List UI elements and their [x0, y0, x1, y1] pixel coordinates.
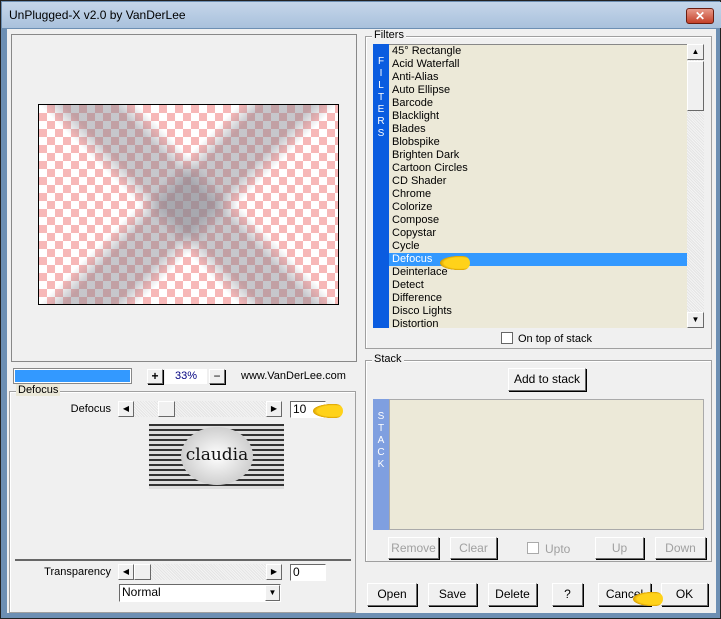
filters-list[interactable]: 45° Rectangle Acid Waterfall Anti-Alias Aut…	[389, 44, 687, 328]
remove-button[interactable]: Remove	[388, 537, 439, 559]
zoom-out-button[interactable]: −	[209, 369, 225, 384]
filter-item[interactable]: Auto Ellipse	[389, 84, 687, 97]
transparency-left-arrow[interactable]: ◀	[118, 564, 134, 580]
filter-item[interactable]: Defocus	[389, 253, 687, 266]
ok-button[interactable]: OK	[661, 583, 708, 606]
defocus-left-arrow[interactable]: ◀	[118, 401, 134, 417]
filter-item[interactable]: Cycle	[389, 240, 687, 253]
preview-panel	[11, 34, 357, 362]
scroll-thumb[interactable]	[687, 61, 704, 111]
filter-item[interactable]: Compose	[389, 214, 687, 227]
delete-button[interactable]: Delete	[488, 583, 537, 606]
window-title: UnPlugged-X v2.0 by VanDerLee	[9, 8, 186, 22]
scroll-up-arrow[interactable]: ▲	[687, 44, 704, 60]
upto-checkbox[interactable]	[527, 542, 539, 554]
close-button[interactable]: ✕	[686, 8, 714, 24]
filter-item[interactable]: Disco Lights	[389, 305, 687, 318]
defocus-slider[interactable]	[134, 401, 266, 417]
stack-list[interactable]	[389, 399, 704, 530]
client-area: + 33% − www.VanDerLee.com Defocus Defocu…	[7, 29, 716, 613]
filter-item[interactable]: Deinterlace	[389, 266, 687, 279]
defocus-right-arrow[interactable]: ▶	[266, 401, 282, 417]
filter-item[interactable]: Anti-Alias	[389, 71, 687, 84]
down-button[interactable]: Down	[655, 537, 706, 559]
plugin-window: UnPlugged-X v2.0 by VanDerLee ✕ + 33% − …	[0, 0, 721, 619]
filter-item[interactable]: Blobspike	[389, 136, 687, 149]
stack-side-label: STACK	[373, 399, 389, 530]
transparency-right-arrow[interactable]: ▶	[266, 564, 282, 580]
scroll-down-arrow[interactable]: ▼	[687, 312, 704, 328]
slider-thumb[interactable]	[134, 564, 151, 580]
filter-item[interactable]: Chrome	[389, 188, 687, 201]
add-to-stack-button[interactable]: Add to stack	[508, 368, 586, 391]
help-button[interactable]: ?	[552, 583, 583, 606]
pointing-hand-icon	[313, 404, 343, 418]
blend-mode-value: Normal	[122, 585, 161, 599]
preview-image[interactable]	[38, 104, 339, 305]
logo-text: claudia	[181, 427, 253, 485]
transparency-slider[interactable]	[134, 564, 266, 580]
filter-item[interactable]: 45° Rectangle	[389, 45, 687, 58]
filter-item[interactable]: Colorize	[389, 201, 687, 214]
on-top-checkbox[interactable]	[501, 332, 513, 344]
zoom-level: 33%	[165, 369, 207, 384]
defocus-label: Defocus	[70, 403, 111, 415]
filter-item[interactable]: Cartoon Circles	[389, 162, 687, 175]
website-link[interactable]: www.VanDerLee.com	[241, 370, 346, 382]
filter-item[interactable]: Blacklight	[389, 110, 687, 123]
filter-item[interactable]: Acid Waterfall	[389, 58, 687, 71]
pointing-hand-icon	[633, 592, 663, 606]
group-label: Filters	[372, 29, 406, 41]
blend-mode-select[interactable]: Normal ▼	[119, 584, 281, 602]
divider	[15, 559, 351, 561]
pointing-hand-icon	[440, 256, 470, 270]
transparency-label: Transparency	[44, 566, 111, 578]
filters-scrollbar[interactable]: ▲ ▼	[687, 44, 704, 328]
title-bar: UnPlugged-X v2.0 by VanDerLee ✕	[2, 2, 721, 28]
side-label-text: FILTERS	[377, 56, 385, 139]
filter-item[interactable]: Brighten Dark	[389, 149, 687, 162]
open-button[interactable]: Open	[367, 583, 417, 606]
chevron-down-icon[interactable]: ▼	[265, 585, 280, 601]
upto-label: Upto	[545, 542, 571, 556]
filter-item[interactable]: CD Shader	[389, 175, 687, 188]
filter-item[interactable]: Distortion	[389, 318, 687, 328]
progress-bar	[13, 368, 132, 384]
slider-thumb[interactable]	[158, 401, 175, 417]
side-label-text: STACK	[377, 411, 385, 470]
filters-side-label: FILTERS	[373, 44, 389, 328]
zoom-in-button[interactable]: +	[147, 369, 163, 384]
filter-item[interactable]: Detect	[389, 279, 687, 292]
filter-item[interactable]: Barcode	[389, 97, 687, 110]
filter-item[interactable]: Blades	[389, 123, 687, 136]
clear-button[interactable]: Clear	[450, 537, 497, 559]
filter-item[interactable]: Difference	[389, 292, 687, 305]
up-button[interactable]: Up	[595, 537, 644, 559]
group-label: Defocus	[16, 384, 61, 396]
group-label: Stack	[372, 353, 404, 365]
author-logo: claudia	[149, 424, 284, 489]
save-button[interactable]: Save	[428, 583, 477, 606]
filter-item[interactable]: Copystar	[389, 227, 687, 240]
on-top-label: On top of stack	[518, 333, 592, 345]
transparency-value-input[interactable]: 0	[290, 564, 326, 581]
